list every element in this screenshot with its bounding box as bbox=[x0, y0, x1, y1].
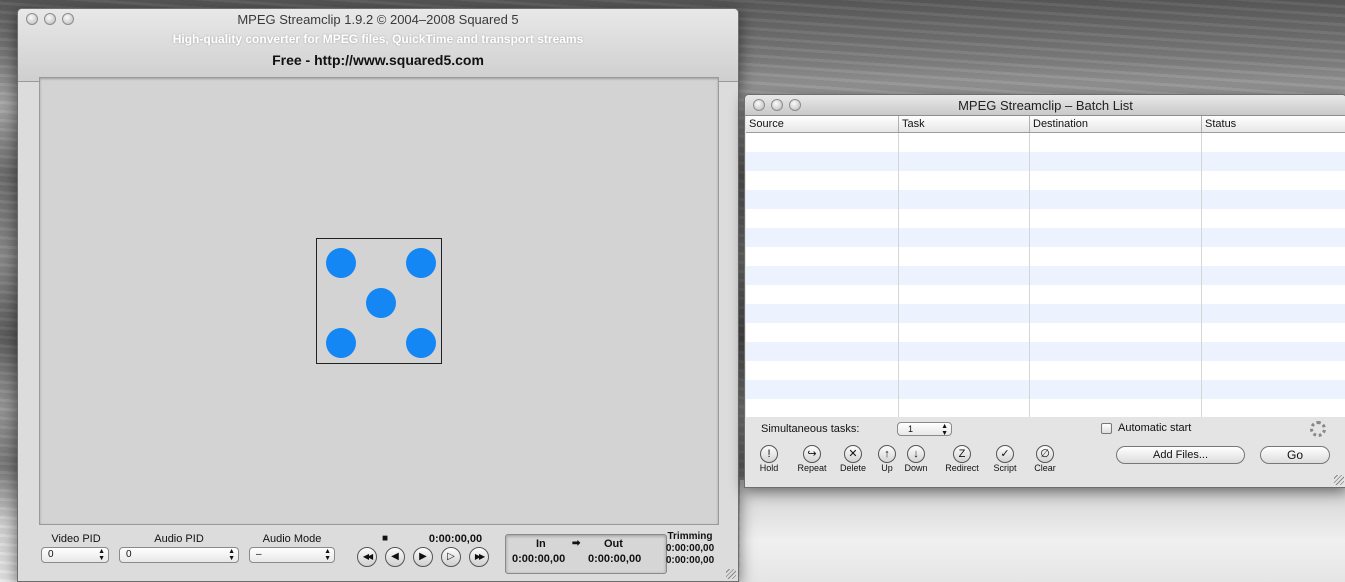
audio-mode-select[interactable]: – ▲ ▼ bbox=[249, 547, 335, 563]
table-header: Source Task Destination Status bbox=[746, 116, 1345, 133]
step-back-icon[interactable]: ◀ bbox=[385, 547, 405, 567]
table-rows bbox=[746, 133, 1345, 417]
rewind-icon[interactable]: ◀◀ bbox=[357, 547, 377, 567]
audio-mode-value: – bbox=[256, 549, 262, 560]
hold-icon[interactable]: ! bbox=[760, 445, 778, 463]
column-header-destination[interactable]: Destination bbox=[1030, 116, 1202, 132]
up-icon[interactable]: ↑ bbox=[878, 445, 896, 463]
video-pid-label: Video PID bbox=[51, 533, 101, 545]
repeat-icon[interactable]: ↪ bbox=[803, 445, 821, 463]
dice-pip bbox=[326, 248, 356, 278]
play-icon[interactable]: ▶ bbox=[413, 547, 433, 567]
automatic-start-label: Automatic start bbox=[1118, 422, 1192, 434]
dice-pip bbox=[366, 288, 396, 318]
go-button[interactable]: Go bbox=[1260, 446, 1330, 464]
resize-grip[interactable] bbox=[726, 569, 736, 579]
dice-pip bbox=[326, 328, 356, 358]
main-window: MPEG Streamclip 1.9.2 © 2004–2008 Square… bbox=[17, 8, 739, 582]
close-button[interactable] bbox=[753, 99, 765, 111]
audio-mode-label: Audio Mode bbox=[262, 533, 322, 545]
column-divider bbox=[1029, 133, 1030, 417]
batch-titlebar[interactable]: MPEG Streamclip – Batch List bbox=[745, 95, 1345, 116]
batch-list-window: MPEG Streamclip – Batch List Source Task… bbox=[744, 94, 1345, 488]
simultaneous-tasks-label: Simultaneous tasks: bbox=[761, 423, 860, 435]
dice-logo bbox=[316, 238, 442, 364]
in-label: In bbox=[536, 538, 546, 550]
column-divider bbox=[898, 133, 899, 417]
app-subtitle: High-quality converter for MPEG files, Q… bbox=[172, 32, 584, 46]
audio-pid-select[interactable]: 0 ▲ ▼ bbox=[119, 547, 239, 563]
minimize-button[interactable] bbox=[771, 99, 783, 111]
zoom-button[interactable] bbox=[789, 99, 801, 111]
column-header-source[interactable]: Source bbox=[746, 116, 899, 132]
trimming-value-1: 0:00:00,00 bbox=[665, 543, 715, 554]
main-titlebar[interactable]: MPEG Streamclip 1.9.2 © 2004–2008 Square… bbox=[18, 9, 738, 82]
automatic-start-checkbox[interactable] bbox=[1101, 423, 1112, 434]
column-divider bbox=[1201, 133, 1202, 417]
clear-label: Clear bbox=[1034, 463, 1056, 473]
video-preview bbox=[39, 77, 719, 525]
video-pid-value: 0 bbox=[48, 549, 54, 560]
trimming-label: Trimming bbox=[667, 531, 713, 542]
batch-table[interactable]: Source Task Destination Status bbox=[746, 116, 1345, 417]
down-icon[interactable]: ↓ bbox=[907, 445, 925, 463]
column-header-status[interactable]: Status bbox=[1202, 116, 1345, 132]
script-icon[interactable]: ✓ bbox=[996, 445, 1014, 463]
desktop-road bbox=[740, 480, 1345, 582]
in-time: 0:00:00,00 bbox=[512, 553, 566, 565]
delete-icon[interactable]: ✕ bbox=[844, 445, 862, 463]
resize-grip[interactable] bbox=[1334, 475, 1344, 485]
trimming-value-2: 0:00:00,00 bbox=[665, 555, 715, 566]
updown-arrows-icon: ▲ ▼ bbox=[941, 423, 948, 437]
dice-pip bbox=[406, 248, 436, 278]
window-controls bbox=[753, 99, 801, 111]
in-out-panel: In ➡ Out 0:00:00,00 0:00:00,00 bbox=[505, 534, 667, 574]
video-pid-select[interactable]: 0 ▲ ▼ bbox=[41, 547, 109, 563]
step-forward-icon[interactable]: ▷ bbox=[441, 547, 461, 567]
add-files-button[interactable]: Add Files... bbox=[1116, 446, 1245, 464]
redirect-icon[interactable]: Z bbox=[953, 445, 971, 463]
stop-icon: ■ bbox=[381, 533, 389, 544]
out-time: 0:00:00,00 bbox=[588, 553, 642, 565]
simultaneous-tasks-select[interactable]: 1 ▲ ▼ bbox=[897, 422, 952, 437]
arrow-icon: ➡ bbox=[572, 538, 581, 549]
window-title: MPEG Streamclip – Batch List bbox=[958, 98, 1133, 113]
clear-icon[interactable]: ∅ bbox=[1036, 445, 1054, 463]
fast-forward-icon[interactable]: ▶▶ bbox=[469, 547, 489, 567]
audio-pid-value: 0 bbox=[126, 549, 132, 560]
progress-spinner-icon bbox=[1310, 421, 1326, 437]
free-url-text: Free - http://www.squared5.com bbox=[272, 52, 484, 68]
simultaneous-tasks-value: 1 bbox=[908, 424, 914, 434]
current-timecode: 0:00:00,00 bbox=[428, 533, 483, 545]
out-label: Out bbox=[604, 538, 623, 550]
window-title: MPEG Streamclip 1.9.2 © 2004–2008 Square… bbox=[237, 12, 519, 27]
updown-arrows-icon: ▲ ▼ bbox=[98, 548, 105, 562]
updown-arrows-icon: ▲ ▼ bbox=[324, 548, 331, 562]
column-header-task[interactable]: Task bbox=[899, 116, 1030, 132]
dice-pip bbox=[406, 328, 436, 358]
audio-pid-label: Audio PID bbox=[154, 533, 204, 545]
updown-arrows-icon: ▲ ▼ bbox=[228, 548, 235, 562]
down-label: Down bbox=[904, 463, 928, 473]
